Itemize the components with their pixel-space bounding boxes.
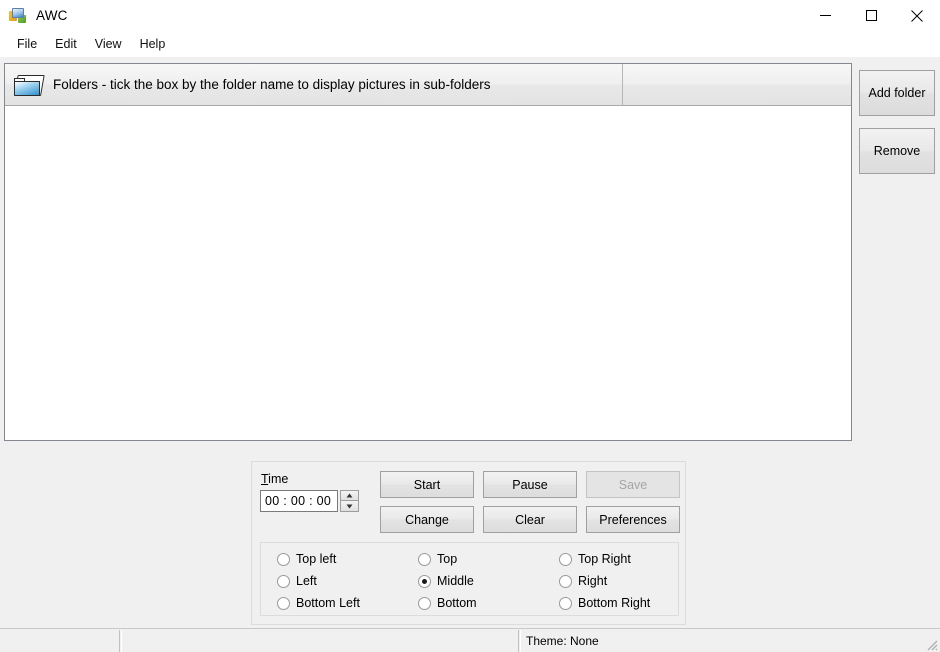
radio-left-dot xyxy=(277,574,290,588)
save-button: Save xyxy=(586,471,680,498)
radio-middle[interactable]: Middle xyxy=(418,574,474,588)
status-panel-theme: Theme: None xyxy=(520,630,920,652)
radio-bottom-left[interactable]: Bottom Left xyxy=(277,596,360,610)
radio-top[interactable]: Top xyxy=(418,552,457,566)
menu-item-file[interactable]: File xyxy=(9,35,46,53)
column-header-folders-label: Folders - tick the box by the folder nam… xyxy=(53,77,491,92)
radio-top-right-label: Top Right xyxy=(578,552,631,566)
minimize-button[interactable] xyxy=(802,0,848,31)
minimize-icon xyxy=(819,15,831,16)
title-bar: AWC xyxy=(0,0,940,31)
time-label-rest: ime xyxy=(268,472,289,486)
radio-bottom-right[interactable]: Bottom Right xyxy=(559,596,650,610)
radio-right-dot xyxy=(559,574,572,588)
resize-grip-icon[interactable] xyxy=(924,637,938,651)
menu-item-edit[interactable]: Edit xyxy=(47,35,86,53)
radio-top-dot xyxy=(418,552,431,566)
controls-panel: Time 00 : 00 : 00 Start Pause Save Chang… xyxy=(251,461,686,625)
radio-left-label: Left xyxy=(296,574,317,588)
radio-bottom-dot xyxy=(418,596,431,610)
start-button[interactable]: Start xyxy=(380,471,474,498)
folder-list-header: Folders - tick the box by the folder nam… xyxy=(5,64,851,106)
client-area: Folders - tick the box by the folder nam… xyxy=(0,57,940,628)
position-radio-group: Top left Top Top Right Left Middle Right xyxy=(260,542,679,616)
menu-bar: File Edit View Help xyxy=(0,31,940,57)
pause-button[interactable]: Pause xyxy=(483,471,577,498)
menu-item-help[interactable]: Help xyxy=(132,35,175,53)
radio-right-label: Right xyxy=(578,574,608,588)
preferences-button[interactable]: Preferences xyxy=(586,506,680,533)
radio-top-right-dot xyxy=(559,552,572,566)
time-spinner xyxy=(340,490,359,512)
maximize-button[interactable] xyxy=(848,0,894,31)
column-header-blank[interactable] xyxy=(623,64,851,106)
app-icon xyxy=(9,7,26,24)
radio-top-right[interactable]: Top Right xyxy=(559,552,631,566)
window-controls xyxy=(802,0,940,31)
radio-bottom[interactable]: Bottom xyxy=(418,596,477,610)
close-button[interactable] xyxy=(894,0,940,31)
radio-bottom-left-dot xyxy=(277,596,290,610)
time-input[interactable]: 00 : 00 : 00 xyxy=(260,490,338,512)
radio-bottom-left-label: Bottom Left xyxy=(296,596,360,610)
spinner-down-icon xyxy=(346,504,353,508)
column-header-folders[interactable]: Folders - tick the box by the folder nam… xyxy=(5,64,623,106)
clear-button[interactable]: Clear xyxy=(483,506,577,533)
menu-item-view[interactable]: View xyxy=(87,35,131,53)
close-icon xyxy=(911,9,923,22)
radio-top-label: Top xyxy=(437,552,458,566)
status-panel-1 xyxy=(0,630,120,652)
window-title: AWC xyxy=(36,8,68,23)
radio-middle-dot xyxy=(418,574,431,588)
time-spinner-up-button[interactable] xyxy=(340,490,359,501)
time-spinner-down-button[interactable] xyxy=(340,501,359,512)
folder-list-body[interactable] xyxy=(5,106,851,440)
add-folder-button[interactable]: Add folder xyxy=(859,70,935,116)
time-label: Time xyxy=(261,472,288,486)
radio-right[interactable]: Right xyxy=(559,574,607,588)
status-panel-2 xyxy=(121,630,519,652)
spinner-up-icon xyxy=(346,493,353,498)
radio-bottom-label: Bottom xyxy=(437,596,477,610)
status-bar: Theme: None xyxy=(0,628,940,652)
change-button[interactable]: Change xyxy=(380,506,474,533)
folder-icon xyxy=(13,72,45,98)
radio-top-left-dot xyxy=(277,552,290,566)
radio-top-left-label: Top left xyxy=(296,552,337,566)
radio-left[interactable]: Left xyxy=(277,574,317,588)
radio-top-left[interactable]: Top left xyxy=(277,552,336,566)
radio-bottom-right-label: Bottom Right xyxy=(578,596,651,610)
radio-bottom-right-dot xyxy=(559,596,572,610)
maximize-icon xyxy=(865,10,877,21)
radio-middle-label: Middle xyxy=(437,574,474,588)
remove-button[interactable]: Remove xyxy=(859,128,935,174)
folder-list-panel: Folders - tick the box by the folder nam… xyxy=(4,63,852,441)
